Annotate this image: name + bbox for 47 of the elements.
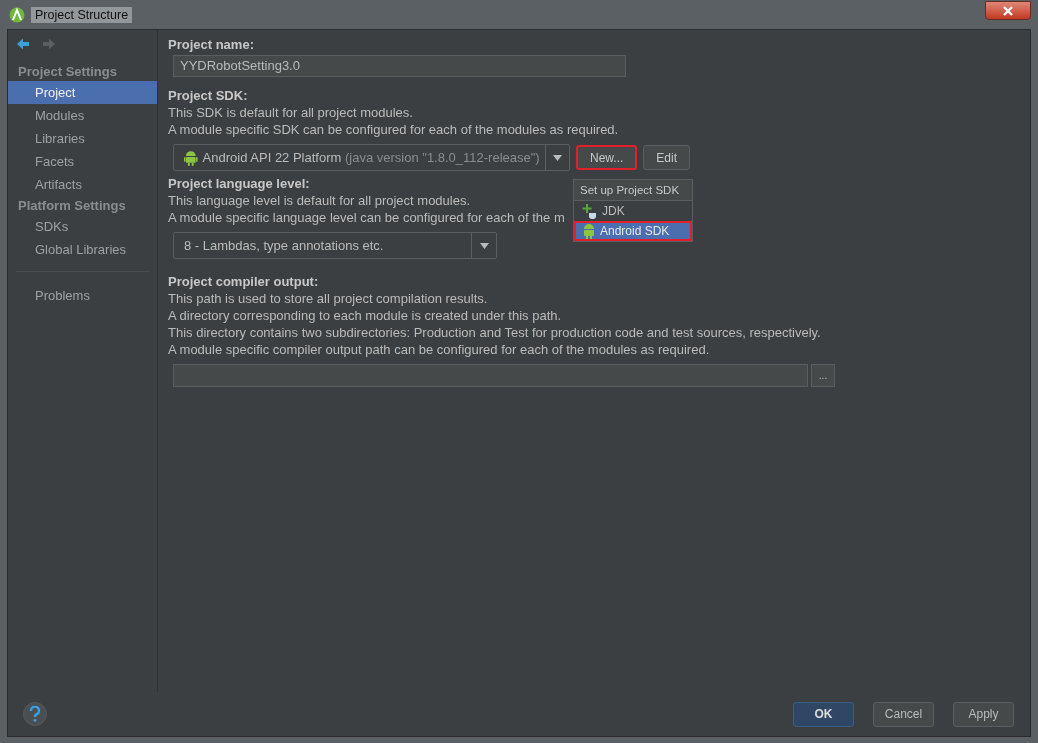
sidebar-item[interactable]: Libraries: [8, 127, 157, 150]
dialog-button[interactable]: OK: [793, 701, 854, 727]
add-jdk-icon: [582, 203, 598, 219]
field-label: Project name:: [168, 36, 254, 53]
description-text: A module specific compiler output path can be configured for each of the modules as required.: [168, 341, 710, 358]
field-label: Project language level:: [168, 175, 310, 192]
sdk-button[interactable]: New...: [576, 145, 638, 170]
description-text: This directory contains two subdirectories: Production and Test for production code and test sources, respectively.: [168, 324, 821, 341]
sidebar-item[interactable]: Problems: [8, 284, 157, 307]
sdk-dropdown[interactable]: Android API 22 Platform (java version "1.8.0_112-release"): [173, 144, 570, 171]
sidebar-item[interactable]: Modules: [8, 104, 157, 127]
dialog-button[interactable]: Apply: [953, 701, 1014, 727]
field-label: Project SDK:: [168, 87, 248, 104]
description-text: This language level is default for all project modules.: [168, 192, 471, 209]
question-mark-icon: [29, 706, 41, 722]
caret-icon: [479, 242, 489, 249]
sidebar-section-header: Project Settings: [17, 63, 118, 81]
sdk-button[interactable]: Edit: [643, 145, 691, 170]
description-text: This SDK is default for all project modules.: [168, 104, 413, 121]
back-arrow-icon[interactable]: [16, 38, 30, 50]
sidebar-item[interactable]: Global Libraries: [8, 238, 157, 261]
popup-menu-item[interactable]: Android SDK: [574, 221, 692, 241]
language-level-dropdown[interactable]: 8 - Lambdas, type annotations etc.: [173, 232, 497, 259]
description-text: A module specific SDK can be configured for each of the modules as required.: [168, 121, 619, 138]
popup-title: Set up Project SDK: [574, 180, 692, 201]
dialog-button[interactable]: Cancel: [873, 701, 934, 727]
description-text: A directory corresponding to each module is created under this path.: [168, 307, 562, 324]
caret-icon: [552, 154, 562, 161]
android-icon: [582, 223, 596, 239]
field-label: Project compiler output:: [168, 273, 319, 290]
output-path-field[interactable]: [173, 364, 808, 387]
android-icon: [184, 149, 198, 166]
android-studio-icon: [9, 6, 25, 23]
description-text: This path is used to store all project compilation results.: [168, 290, 488, 307]
sidebar-item[interactable]: Project: [8, 81, 157, 104]
browse-button[interactable]: ...: [811, 364, 835, 387]
popup-menu-item[interactable]: JDK: [574, 201, 692, 221]
sidebar-item[interactable]: Artifacts: [8, 173, 157, 196]
window-title: Project Structure: [31, 6, 133, 23]
sidebar-item[interactable]: Facets: [8, 150, 157, 173]
sidebar-section-header: Platform Settings: [17, 197, 127, 215]
sidebar-item[interactable]: SDKs: [8, 215, 157, 238]
close-icon: [1002, 5, 1014, 16]
description-text: A module specific language level can be configured for each of the m: [168, 209, 565, 226]
project-name-field[interactable]: YYDRobotSetting3.0: [173, 55, 626, 77]
help-button[interactable]: [23, 702, 47, 726]
close-button[interactable]: [985, 1, 1031, 20]
